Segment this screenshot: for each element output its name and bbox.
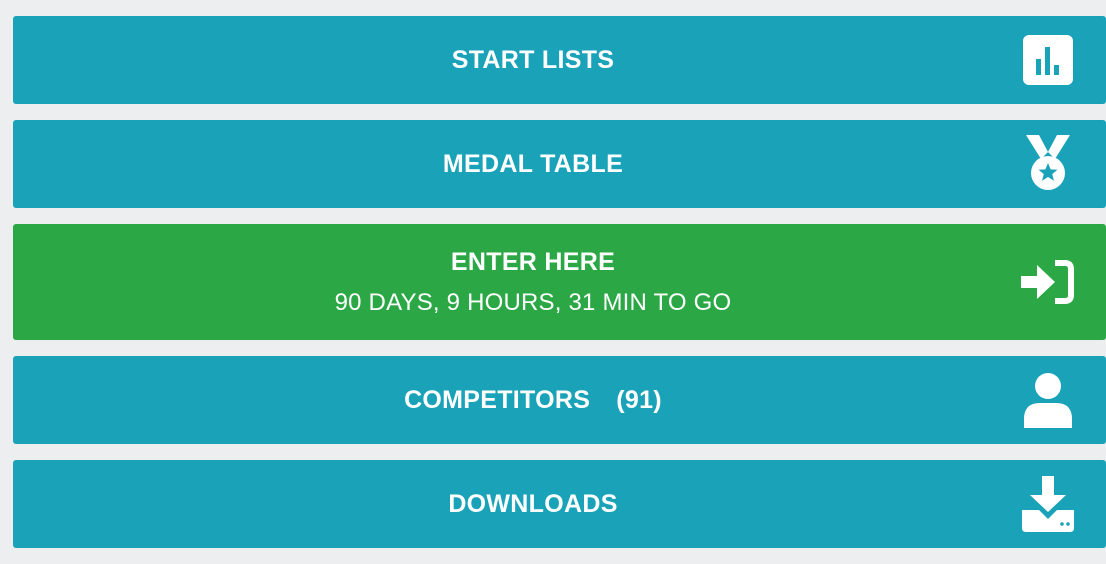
download-icon (1020, 476, 1076, 532)
event-menu: START LISTS MEDAL TABLE ENTER HERE 90 DA… (13, 16, 1106, 564)
competitors-count: (91) (616, 385, 662, 414)
medal-icon (1020, 135, 1076, 192)
bar-chart-icon (1020, 32, 1076, 88)
start-lists-button[interactable]: START LISTS (13, 16, 1106, 104)
start-lists-label: START LISTS (451, 45, 615, 74)
downloads-button[interactable]: DOWNLOADS (13, 460, 1106, 548)
competitors-label: COMPETITORS (404, 385, 591, 414)
user-icon (1020, 372, 1076, 428)
competitors-button[interactable]: COMPETITORS (91) (13, 356, 1106, 444)
countdown-text: 90 DAYS, 9 HOURS, 31 MIN TO GO (334, 288, 732, 316)
downloads-label: DOWNLOADS (448, 489, 618, 518)
medal-table-button[interactable]: MEDAL TABLE (13, 120, 1106, 208)
sign-in-icon (1020, 254, 1076, 310)
medal-table-label: MEDAL TABLE (442, 149, 624, 178)
enter-here-button[interactable]: ENTER HERE 90 DAYS, 9 HOURS, 31 MIN TO G… (13, 224, 1106, 340)
enter-here-label: ENTER HERE (450, 247, 616, 276)
